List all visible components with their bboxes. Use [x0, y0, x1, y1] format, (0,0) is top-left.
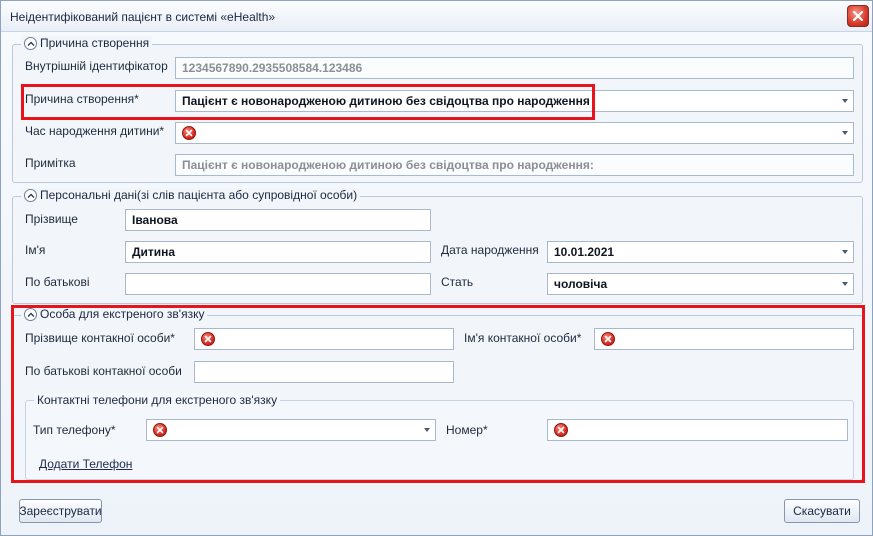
sex-label: Стать	[441, 275, 474, 289]
chevron-down-icon	[842, 99, 848, 103]
surname-label: Прізвище	[25, 212, 78, 226]
phone-type-label: Тип телефону*	[33, 423, 116, 437]
error-icon	[153, 423, 167, 437]
note-label: Примітка	[25, 156, 76, 170]
contact-patronymic-label: По батькові контакної особи	[25, 364, 182, 378]
patronymic-field[interactable]	[125, 273, 431, 295]
chevron-down-icon	[424, 428, 430, 432]
personal-data-legend-text: Персональні дані(зі слів пацієнта або су…	[40, 188, 358, 202]
contact-patronymic-field[interactable]	[194, 361, 454, 383]
error-icon	[554, 423, 568, 437]
dialog-window: Неідентифікований пацієнт в системі «eHe…	[0, 0, 873, 536]
personal-data-legend: Персональні дані(зі слів пацієнта або су…	[21, 188, 361, 202]
contact-name-label: Ім'я контакної особи*	[464, 331, 582, 345]
contact-surname-label: Прізвище контакної особи*	[25, 331, 175, 345]
chevron-down-icon	[842, 250, 848, 254]
dob-select[interactable]: 10.01.2021	[547, 241, 854, 263]
collapse-toggle-emergency[interactable]	[24, 307, 37, 321]
phone-number-field[interactable]	[547, 419, 848, 441]
emergency-phones-group: Контактні телефони для екстреного зв'язк…	[25, 393, 854, 480]
name-value: Дитина	[132, 245, 176, 259]
chevron-down-icon	[842, 282, 848, 286]
collapse-toggle-creation[interactable]	[24, 36, 37, 50]
emergency-phones-legend: Контактні телефони для екстреного зв'язк…	[34, 393, 281, 407]
cancel-button[interactable]: Скасувати	[784, 499, 860, 523]
collapse-toggle-personal[interactable]	[24, 188, 37, 202]
name-field[interactable]: Дитина	[125, 241, 431, 263]
chevron-up-icon	[27, 193, 35, 198]
creation-reason-value: Пацієнт є новонародженою дитиною без сві…	[182, 94, 590, 108]
birth-time-select[interactable]	[175, 122, 854, 144]
name-label: Ім'я	[25, 243, 46, 257]
personal-data-group: Персональні дані(зі слів пацієнта або су…	[12, 188, 863, 304]
creation-reason-group: Причина створення Внутрішній ідентифікат…	[12, 36, 863, 183]
phone-type-select[interactable]	[146, 419, 436, 441]
phone-number-label: Номер*	[446, 423, 488, 437]
emergency-contact-legend: Особа для екстреного зв'язку	[21, 307, 208, 321]
creation-reason-legend: Причина створення	[21, 36, 153, 50]
error-icon	[601, 332, 615, 346]
internal-id-label: Внутрішній ідентифікатор	[25, 59, 168, 73]
patronymic-label: По батькові	[25, 275, 90, 289]
creation-reason-label: Причина створення*	[25, 92, 139, 106]
close-icon	[852, 10, 864, 22]
surname-field[interactable]: Іванова	[125, 209, 431, 231]
birth-time-label: Час народження дитини*	[25, 124, 165, 138]
sex-select[interactable]: чоловіча	[547, 273, 854, 295]
dob-label: Дата народження	[441, 243, 539, 257]
contact-surname-field[interactable]	[194, 328, 454, 350]
error-icon	[182, 126, 196, 140]
note-field[interactable]: Пацієнт є новонародженою дитиною без сві…	[175, 154, 854, 176]
emergency-contact-group: Особа для екстреного зв'язку Прізвище ко…	[12, 307, 863, 481]
add-phone-link[interactable]: Додати Телефон	[39, 457, 132, 471]
window-title: Неідентифікований пацієнт в системі «eHe…	[10, 10, 276, 24]
emergency-contact-legend-text: Особа для екстреного зв'язку	[40, 307, 205, 321]
chevron-down-icon	[842, 131, 848, 135]
chevron-up-icon	[27, 41, 35, 46]
dob-value: 10.01.2021	[554, 245, 615, 259]
creation-reason-select[interactable]: Пацієнт є новонародженою дитиною без сві…	[175, 90, 854, 112]
close-button[interactable]	[847, 5, 869, 27]
internal-id-value: 1234567890.2935508584.123486	[182, 61, 363, 75]
surname-value: Іванова	[132, 213, 178, 227]
chevron-up-icon	[27, 312, 35, 317]
sex-value: чоловіча	[554, 277, 608, 291]
title-bar: Неідентифікований пацієнт в системі «eHe…	[1, 1, 872, 32]
note-value: Пацієнт є новонародженою дитиною без сві…	[182, 158, 594, 172]
internal-id-field[interactable]: 1234567890.2935508584.123486	[175, 57, 854, 79]
contact-name-field[interactable]	[594, 328, 854, 350]
creation-reason-legend-text: Причина створення	[40, 36, 150, 50]
register-button[interactable]: Зареєструвати	[19, 499, 102, 523]
error-icon	[201, 332, 215, 346]
